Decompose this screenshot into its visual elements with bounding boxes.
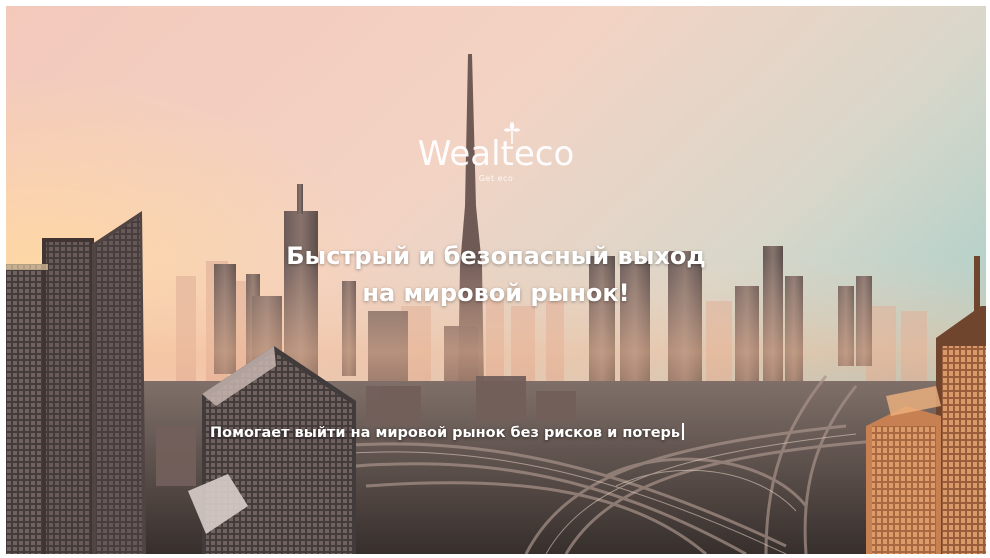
typing-cursor	[682, 423, 685, 440]
headline-line-2: на мировой рынок!	[362, 279, 630, 307]
logo-tagline: Get eco	[478, 174, 514, 183]
hero-headline: Быстрый и безопасный выход на мировой ры…	[6, 238, 986, 312]
hero-subheadline: Помогает выйти на мировой рынок без риск…	[210, 423, 685, 441]
brand-logo[interactable]: Wealteco Get eco	[6, 122, 986, 183]
headline-line-1: Быстрый и безопасный выход	[286, 242, 706, 270]
subheadline-text: Помогает выйти на мировой рынок без риск…	[210, 425, 681, 441]
sprout-icon	[503, 122, 520, 144]
hero-section: Wealteco Get eco Быстрый и безопасный вы…	[6, 6, 986, 554]
logo-wordmark: Wealteco	[418, 122, 574, 174]
